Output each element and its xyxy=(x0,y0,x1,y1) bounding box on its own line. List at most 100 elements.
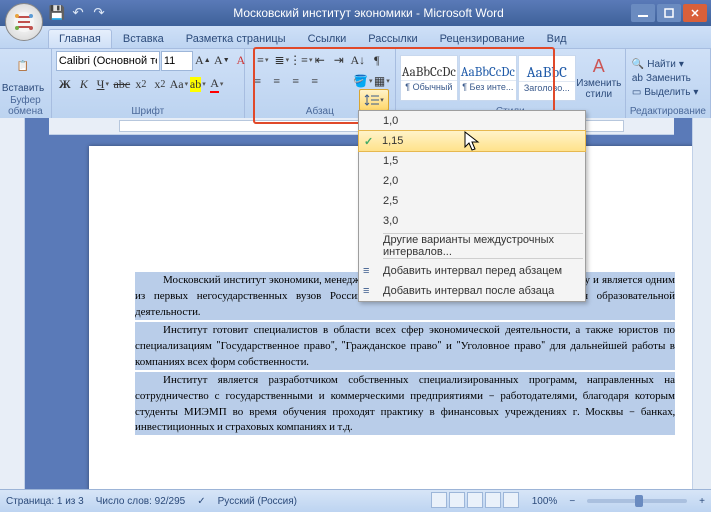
status-proofing-icon[interactable]: ✓ xyxy=(197,496,205,507)
italic-button[interactable]: К xyxy=(75,75,93,93)
spacing-option-1-5[interactable]: 1,5 xyxy=(359,151,585,171)
shrink-font-icon[interactable]: A▼ xyxy=(213,51,231,69)
font-color-button[interactable]: A▾ xyxy=(208,75,226,93)
group-editing: 🔍Найти ▾ abЗаменить ▭Выделить ▾ Редактир… xyxy=(626,49,711,119)
space-before-icon: ≡ xyxy=(363,265,377,277)
highlight-button[interactable]: ab▾ xyxy=(189,75,207,93)
paragraph-3[interactable]: Институт является разработчиком собствен… xyxy=(135,372,675,436)
group-font-label: Шрифт xyxy=(56,105,240,118)
title-bar: 💾 ↶ ↷ Московский институт экономики - Mi… xyxy=(0,0,711,26)
add-space-before[interactable]: ≡Добавить интервал перед абзацем xyxy=(359,261,585,281)
borders-button[interactable]: ▦▾ xyxy=(373,72,391,90)
view-full-screen[interactable] xyxy=(449,492,465,508)
zoom-slider[interactable] xyxy=(587,499,687,503)
show-marks-button[interactable]: ¶ xyxy=(368,51,386,69)
bold-button[interactable]: Ж xyxy=(56,75,74,93)
style-no-spacing[interactable]: AaBbCcDc ¶ Без инте... xyxy=(459,55,517,101)
justify-button[interactable]: ≡ xyxy=(306,72,324,90)
spacing-option-2-0[interactable]: 2,0 xyxy=(359,171,585,191)
multilevel-button[interactable]: ⋮≡▾ xyxy=(292,51,310,69)
zoom-level[interactable]: 100% xyxy=(532,496,558,507)
indent-dec-button[interactable]: ⇤ xyxy=(311,51,329,69)
subscript-button[interactable]: x2 xyxy=(132,75,150,93)
change-styles-icon: A xyxy=(593,56,605,77)
group-font: A▲ A▼ A Ж К Ч▾ abc x2 x2 Aa▾ ab▾ A▾ Шриф… xyxy=(52,49,245,119)
replace-button[interactable]: abЗаменить xyxy=(630,72,701,85)
style-heading[interactable]: AaBbC Заголово... xyxy=(518,55,576,101)
redo-icon[interactable]: ↷ xyxy=(90,4,108,22)
tab-mailings[interactable]: Рассылки xyxy=(357,29,428,48)
tab-review[interactable]: Рецензирование xyxy=(429,29,536,48)
spacing-more-options[interactable]: Другие варианты междустрочных интервалов… xyxy=(359,236,585,256)
view-draft[interactable] xyxy=(503,492,519,508)
line-spacing-icon xyxy=(364,93,380,107)
space-after-icon: ≡ xyxy=(363,285,377,297)
find-icon: 🔍 xyxy=(632,59,644,70)
tab-references[interactable]: Ссылки xyxy=(297,29,358,48)
select-button[interactable]: ▭Выделить ▾ xyxy=(630,86,701,99)
line-spacing-menu: 1,0 ✓1,15 1,5 2,0 2,5 3,0 Другие вариант… xyxy=(358,110,586,302)
find-button[interactable]: 🔍Найти ▾ xyxy=(630,58,701,71)
check-icon: ✓ xyxy=(364,135,373,148)
align-center-button[interactable]: ≡ xyxy=(268,72,286,90)
spacing-option-1-0[interactable]: 1,0 xyxy=(359,111,585,131)
view-buttons xyxy=(430,492,520,511)
menu-separator xyxy=(383,258,583,259)
view-print-layout[interactable] xyxy=(431,492,447,508)
select-icon: ▭ xyxy=(632,87,641,98)
grow-font-icon[interactable]: A▲ xyxy=(194,51,212,69)
numbering-button[interactable]: ≣▾ xyxy=(273,51,291,69)
spacing-option-2-5[interactable]: 2,5 xyxy=(359,191,585,211)
group-clipboard-label: Буфер обмена xyxy=(4,94,47,118)
paste-label: Вставить xyxy=(2,83,44,94)
spacing-option-1-15[interactable]: ✓1,15 xyxy=(358,130,586,152)
font-family-select[interactable] xyxy=(56,51,160,71)
view-outline[interactable] xyxy=(485,492,501,508)
replace-icon: ab xyxy=(632,73,643,84)
minimize-button[interactable] xyxy=(631,4,655,22)
status-words[interactable]: Число слов: 92/295 xyxy=(96,496,186,507)
spacing-option-3-0[interactable]: 3,0 xyxy=(359,211,585,231)
zoom-in-button[interactable]: + xyxy=(699,496,705,507)
workspace: Московский институт экономики, менеджмен… xyxy=(0,118,711,490)
tab-insert[interactable]: Вставка xyxy=(112,29,175,48)
status-language[interactable]: Русский (Россия) xyxy=(218,496,297,507)
group-editing-label: Редактирование xyxy=(630,105,706,118)
line-spacing-button[interactable]: ▾ xyxy=(359,89,389,111)
group-styles: AaBbCcDc ¶ Обычный AaBbCcDc ¶ Без инте..… xyxy=(396,49,626,119)
paragraph-2[interactable]: Институт готовит специалистов в области … xyxy=(135,322,675,370)
undo-icon[interactable]: ↶ xyxy=(69,4,87,22)
close-button[interactable] xyxy=(683,4,707,22)
indent-inc-button[interactable]: ⇥ xyxy=(330,51,348,69)
view-web[interactable] xyxy=(467,492,483,508)
paste-button[interactable]: 📋 Вставить xyxy=(4,52,42,94)
office-button[interactable] xyxy=(5,3,43,41)
superscript-button[interactable]: x2 xyxy=(151,75,169,93)
tab-home[interactable]: Главная xyxy=(48,29,112,48)
shading-button[interactable]: 🪣▾ xyxy=(354,72,372,90)
save-icon[interactable]: 💾 xyxy=(48,4,66,22)
window-controls xyxy=(629,4,707,22)
status-bar: Страница: 1 из 3 Число слов: 92/295 ✓ Ру… xyxy=(0,489,711,512)
align-right-button[interactable]: ≡ xyxy=(287,72,305,90)
vertical-ruler[interactable] xyxy=(0,118,25,490)
change-case-button[interactable]: Aa▾ xyxy=(170,75,188,93)
maximize-button[interactable] xyxy=(657,4,681,22)
window-title: Московский институт экономики - Microsof… xyxy=(108,6,629,20)
zoom-out-button[interactable]: − xyxy=(569,496,575,507)
font-size-select[interactable] xyxy=(161,51,193,71)
strike-button[interactable]: abc xyxy=(113,75,131,93)
bullets-button[interactable]: ≡▾ xyxy=(254,51,272,69)
paste-icon: 📋 xyxy=(10,52,36,82)
ribbon: 📋 Вставить Буфер обмена A▲ A▼ A Ж К Ч▾ a… xyxy=(0,49,711,120)
underline-button[interactable]: Ч▾ xyxy=(94,75,112,93)
style-normal[interactable]: AaBbCcDc ¶ Обычный xyxy=(400,55,458,101)
status-page[interactable]: Страница: 1 из 3 xyxy=(6,496,84,507)
sort-button[interactable]: A↓ xyxy=(349,51,367,69)
change-styles-button[interactable]: A Изменить стили xyxy=(577,56,621,100)
tab-view[interactable]: Вид xyxy=(536,29,578,48)
add-space-after[interactable]: ≡Добавить интервал после абзаца xyxy=(359,281,585,301)
vertical-scrollbar[interactable] xyxy=(692,118,711,490)
tab-layout[interactable]: Разметка страницы xyxy=(175,29,297,48)
align-left-button[interactable]: ≡ xyxy=(249,72,267,90)
